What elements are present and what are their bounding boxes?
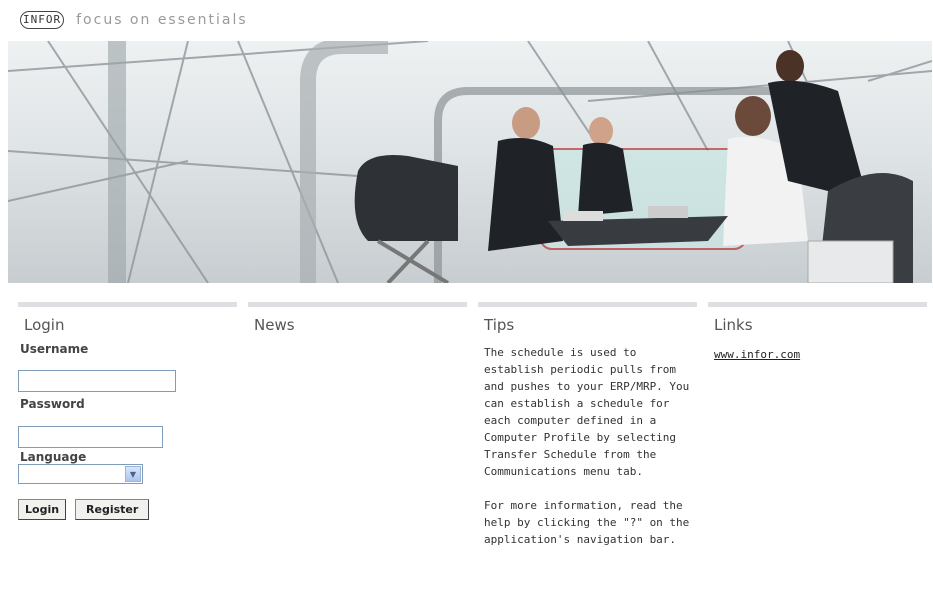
password-input[interactable] [18, 426, 163, 448]
chevron-down-icon[interactable]: ▼ [125, 466, 141, 482]
register-button[interactable]: Register [75, 499, 150, 520]
section-divider [248, 302, 467, 307]
tips-paragraph: The schedule is used to establish period… [484, 346, 690, 478]
section-divider [18, 302, 237, 307]
password-label: Password [20, 397, 85, 411]
login-heading: Login [24, 316, 65, 334]
news-heading: News [254, 316, 295, 334]
banner-illustration [8, 41, 932, 283]
tagline: focus on essentials [76, 12, 248, 28]
logo-text: INFOR [23, 13, 62, 26]
language-select[interactable]: ▼ [18, 464, 143, 484]
language-label: Language [20, 450, 87, 464]
tips-section: Tips The schedule is used to establish p… [478, 302, 697, 548]
link-infor[interactable]: www.infor.com [708, 348, 800, 361]
tips-paragraph-help: For more information, read the help by c… [484, 499, 690, 546]
username-label: Username [20, 342, 89, 356]
links-section: Links www.infor.com [708, 302, 927, 362]
links-heading: Links [714, 316, 753, 334]
login-actions: Login Register [18, 499, 237, 520]
section-divider [708, 302, 927, 307]
login-button[interactable]: Login [18, 499, 67, 520]
header: INFOR focus on essentials [20, 10, 248, 30]
banner-image [8, 41, 932, 283]
section-divider [478, 302, 697, 307]
tips-heading: Tips [484, 316, 515, 334]
news-section: News [248, 302, 467, 334]
infor-logo: INFOR [20, 11, 65, 29]
login-section: Login Username Password Language ▼ Login… [18, 302, 237, 520]
username-input[interactable] [18, 370, 176, 392]
